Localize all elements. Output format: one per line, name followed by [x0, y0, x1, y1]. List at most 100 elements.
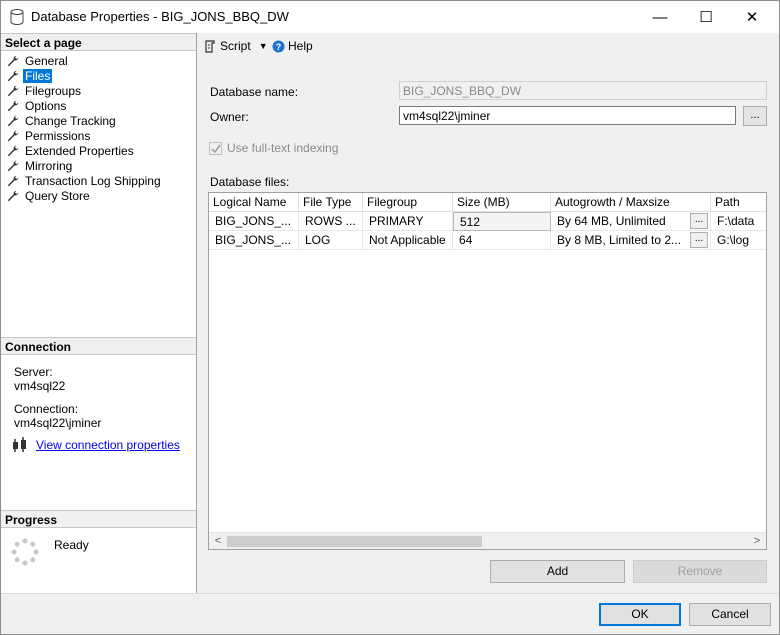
- page-item-label: General: [25, 53, 68, 68]
- bottom-bar: OK Cancel: [1, 593, 779, 634]
- help-label: Help: [288, 39, 313, 53]
- progress-header: Progress: [1, 510, 196, 528]
- table-row[interactable]: BIG_JONS_... ROWS ... PRIMARY 512 By 64 MB, …: [209, 212, 766, 231]
- page-item-label: Mirroring: [25, 158, 73, 173]
- cell-autogrowth-text: By 64 MB, Unlimited: [557, 214, 666, 228]
- cell-type[interactable]: LOG: [299, 231, 363, 250]
- cancel-button[interactable]: Cancel: [689, 603, 771, 626]
- page-item-options[interactable]: Options: [7, 98, 163, 113]
- left-pane: Select a page General Files Filegroups Opti…: [1, 33, 197, 593]
- chevron-down-icon[interactable]: ▼: [259, 41, 268, 51]
- minimize-button[interactable]: —: [637, 1, 683, 33]
- column-header[interactable]: Size (MB): [453, 193, 551, 212]
- cell-path[interactable]: F:\data: [711, 212, 766, 231]
- right-pane: Script ▼ ? Help Database name: BIG_JONS_…: [198, 33, 779, 593]
- maximize-button[interactable]: ☐: [683, 1, 729, 33]
- cell-logical[interactable]: BIG_JONS_...: [209, 231, 299, 250]
- cell-size-text: 512: [460, 215, 481, 229]
- connection-properties-icon: [13, 437, 26, 452]
- column-header[interactable]: Autogrowth / Maxsize: [551, 193, 711, 212]
- wrench-icon: [7, 55, 19, 66]
- remove-button: Remove: [633, 560, 767, 583]
- cell-size-text: 64: [459, 233, 473, 247]
- script-button[interactable]: Script ▼: [204, 39, 268, 53]
- page-item-label: Permissions: [25, 128, 91, 143]
- database-icon: [10, 9, 24, 25]
- window-title: Database Properties - BIG_JONS_BBQ_DW: [31, 9, 289, 24]
- view-connection-properties-link[interactable]: View connection properties: [36, 438, 180, 452]
- owner-field[interactable]: vm4sql22\jminer: [399, 106, 736, 125]
- maximize-icon: ☐: [699, 9, 713, 26]
- svg-text:?: ?: [276, 42, 282, 52]
- help-icon: ?: [272, 40, 285, 52]
- page-item-label: Change Tracking: [25, 113, 116, 128]
- server-label: Server:: [14, 365, 53, 379]
- grid-header: Logical Name File Type Filegroup Size (MB) A…: [209, 193, 766, 212]
- scrollbar-thumb[interactable]: [227, 536, 482, 547]
- cell-size[interactable]: 64: [453, 231, 551, 250]
- help-button[interactable]: ? Help: [272, 39, 313, 53]
- toolbar: Script ▼ ? Help: [198, 33, 779, 59]
- database-name-label: Database name:: [210, 85, 299, 99]
- cell-logical[interactable]: BIG_JONS_...: [209, 212, 299, 231]
- wrench-icon: [7, 130, 19, 141]
- database-files-grid[interactable]: Logical Name File Type Filegroup Size (MB) A…: [208, 192, 767, 550]
- wrench-icon: [7, 160, 19, 171]
- cell-filegroup-text: PRIMARY: [369, 214, 424, 228]
- page-item-filegroups[interactable]: Filegroups: [7, 83, 163, 98]
- table-row[interactable]: BIG_JONS_... LOG Not Applicable 64 By 8 MB, …: [209, 231, 766, 250]
- cell-path-text: G:\log: [717, 233, 750, 247]
- connection-label: Connection:: [14, 402, 79, 416]
- cell-size[interactable]: 512: [453, 212, 551, 231]
- cell-path[interactable]: G:\log: [711, 231, 766, 250]
- cell-type-text: ROWS ...: [305, 214, 356, 228]
- fulltext-indexing-row: Use full-text indexing: [209, 141, 338, 155]
- column-header[interactable]: Filegroup: [363, 193, 453, 212]
- page-item-label: Transaction Log Shipping: [25, 173, 161, 188]
- database-name-field: BIG_JONS_BBQ_DW: [399, 81, 767, 100]
- page-item-label: Options: [25, 98, 67, 113]
- scroll-right-icon[interactable]: >: [750, 535, 764, 548]
- cell-autogrowth[interactable]: By 64 MB, Unlimited...: [551, 212, 711, 231]
- cell-filegroup[interactable]: PRIMARY: [363, 212, 453, 231]
- connection-value: vm4sql22\jminer: [14, 416, 102, 430]
- cell-filegroup-text: Not Applicable: [369, 233, 446, 247]
- cell-filegroup[interactable]: Not Applicable: [363, 231, 453, 250]
- script-label: Script: [220, 39, 251, 53]
- progress-status: Ready: [54, 538, 89, 552]
- cell-autogrowth[interactable]: By 8 MB, Limited to 2......: [551, 231, 711, 250]
- dialog-window: Database Properties - BIG_JONS_BBQ_DW — …: [0, 0, 780, 635]
- page-item-mirroring[interactable]: Mirroring: [7, 158, 163, 173]
- page-item-query-store[interactable]: Query Store: [7, 188, 163, 203]
- autogrowth-browse-button[interactable]: ...: [690, 213, 708, 229]
- cell-type[interactable]: ROWS ...: [299, 212, 363, 231]
- add-button[interactable]: Add: [490, 560, 625, 583]
- page-item-general[interactable]: General: [7, 53, 163, 68]
- owner-browse-button[interactable]: ...: [743, 106, 767, 126]
- wrench-icon: [7, 190, 19, 201]
- close-button[interactable]: ✕: [729, 1, 775, 33]
- page-item-change-tracking[interactable]: Change Tracking: [7, 113, 163, 128]
- page-item-permissions[interactable]: Permissions: [7, 128, 163, 143]
- autogrowth-browse-button[interactable]: ...: [690, 232, 708, 248]
- fulltext-indexing-label: Use full-text indexing: [227, 141, 339, 155]
- wrench-icon: [7, 85, 19, 96]
- column-header[interactable]: Logical Name: [209, 193, 299, 212]
- owner-label: Owner:: [210, 110, 249, 124]
- page-item-files[interactable]: Files: [7, 68, 163, 83]
- horizontal-scrollbar[interactable]: < >: [209, 532, 766, 549]
- wrench-icon: [7, 100, 19, 111]
- column-header[interactable]: File Type: [299, 193, 363, 212]
- ok-button[interactable]: OK: [599, 603, 681, 626]
- cell-type-text: LOG: [305, 233, 331, 247]
- page-item-extended-properties[interactable]: Extended Properties: [7, 143, 163, 158]
- column-header[interactable]: Path: [711, 193, 766, 212]
- progress-spinner-icon: [11, 538, 39, 566]
- wrench-icon: [7, 175, 19, 186]
- scroll-left-icon[interactable]: <: [211, 535, 225, 548]
- page-list: General Files Filegroups Options Change Trac…: [7, 53, 163, 203]
- cell-autogrowth-text: By 8 MB, Limited to 2...: [557, 233, 682, 247]
- title-bar: Database Properties - BIG_JONS_BBQ_DW — …: [1, 1, 779, 33]
- script-icon: [205, 39, 215, 53]
- page-item-transaction-log-shipping[interactable]: Transaction Log Shipping: [7, 173, 163, 188]
